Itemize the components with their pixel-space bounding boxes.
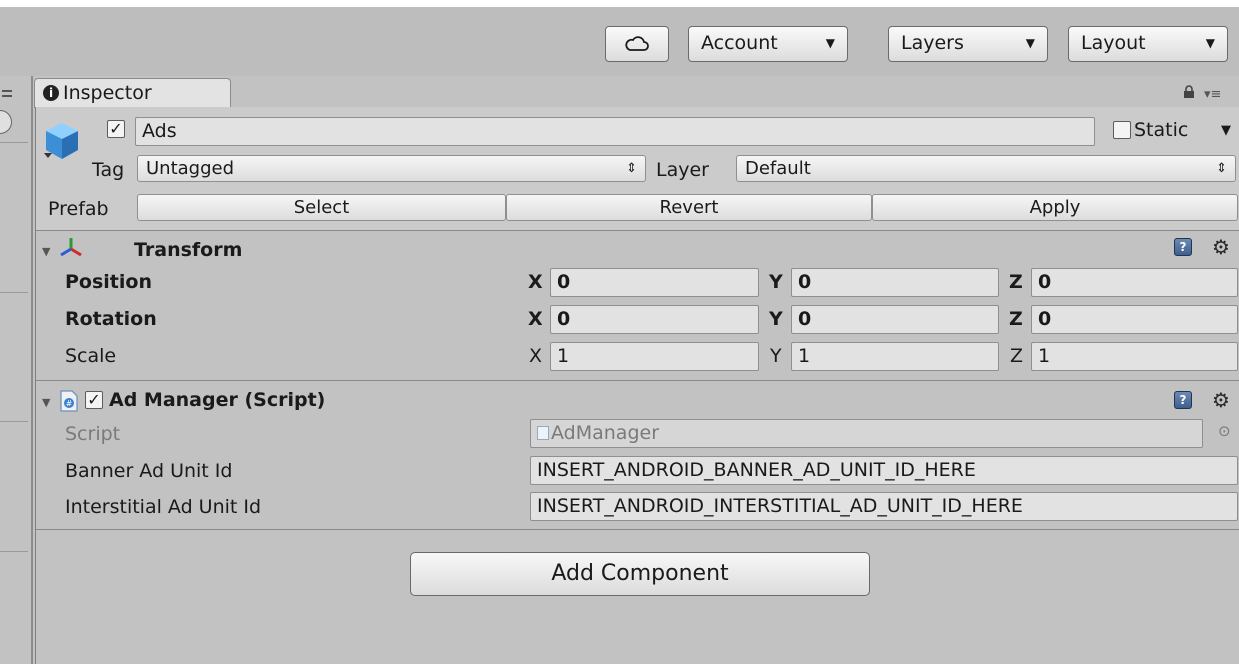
rotation-z-field[interactable]: 0 [1031, 305, 1238, 334]
transform-axes-icon [60, 238, 82, 257]
chevron-down-icon: ▼ [1025, 36, 1035, 50]
axis-y-label: Y [769, 308, 783, 330]
axis-x-label: X [528, 271, 543, 293]
prefab-select-button[interactable]: Select [137, 194, 506, 221]
layer-dropdown[interactable]: Default ⇕ [736, 155, 1236, 182]
axis-y-label: Y [770, 345, 782, 367]
divider [0, 421, 28, 422]
axis-z-label: Z [1009, 308, 1023, 330]
help-icon[interactable]: ? [1174, 391, 1192, 409]
divider [0, 142, 28, 143]
static-label: Static [1134, 119, 1189, 141]
layer-label: Layer [656, 159, 709, 181]
divider [36, 380, 1239, 381]
help-icon[interactable]: ? [1174, 238, 1192, 256]
gear-icon[interactable]: ⚙ [1212, 235, 1230, 259]
cloud-icon [625, 36, 649, 51]
tag-label: Tag [92, 159, 125, 181]
tag-value: Untagged [146, 158, 235, 179]
component-enabled-checkbox[interactable]: ✓ [85, 391, 103, 409]
svg-text:#: # [66, 399, 73, 408]
prefab-apply-button[interactable]: Apply [872, 194, 1238, 221]
foldout-arrow-icon[interactable]: ▼ [42, 396, 50, 409]
info-icon: i [43, 85, 59, 101]
layers-label: Layers [901, 32, 964, 54]
scale-label: Scale [65, 345, 117, 367]
static-checkbox[interactable] [1113, 121, 1131, 139]
axis-x-label: X [528, 308, 543, 330]
prefab-revert-button[interactable]: Revert [506, 194, 872, 221]
banner-ad-unit-id-input[interactable]: INSERT_ANDROID_BANNER_AD_UNIT_ID_HERE [530, 456, 1238, 485]
object-picker-icon[interactable]: ⊙ [1218, 422, 1231, 440]
axis-x-label: X [529, 345, 543, 367]
script-label: Script [65, 423, 121, 445]
script-value: AdManager [551, 422, 660, 444]
rotation-y-field[interactable]: 0 [791, 305, 999, 334]
divider [0, 292, 28, 293]
divider [0, 551, 28, 552]
layout-dropdown[interactable]: Layout ▼ [1068, 26, 1228, 62]
chevron-down-icon: ▼ [825, 36, 835, 50]
lock-icon[interactable] [1182, 85, 1196, 99]
position-y-field[interactable]: 0 [791, 268, 999, 297]
layer-value: Default [745, 158, 811, 179]
context-menu-icon[interactable]: ▾≡ [1204, 87, 1221, 102]
prefab-label: Prefab [48, 198, 109, 220]
scale-y-field[interactable]: 1 [791, 342, 999, 371]
cloud-button[interactable] [605, 26, 669, 62]
active-checkbox[interactable]: ✓ [107, 120, 125, 138]
scale-x-field[interactable]: 1 [550, 342, 759, 371]
layout-label: Layout [1081, 32, 1146, 54]
foldout-arrow-icon[interactable]: ▼ [42, 245, 50, 258]
tab-label: Inspector [63, 82, 152, 104]
banner-label: Banner Ad Unit Id [65, 460, 233, 482]
rotation-x-field[interactable]: 0 [550, 305, 759, 334]
menu-icon[interactable] [2, 90, 12, 97]
position-x-field[interactable]: 0 [550, 268, 759, 297]
transform-title: Transform [134, 239, 243, 261]
editor-toolbar: Account ▼ Layers ▼ Layout ▼ [0, 0, 1239, 76]
account-label: Account [701, 32, 778, 54]
add-component-button[interactable]: Add Component [410, 552, 870, 596]
position-label: Position [65, 271, 152, 293]
gear-icon[interactable]: ⚙ [1212, 388, 1230, 412]
axis-z-label: Z [1010, 345, 1024, 367]
axis-y-label: Y [769, 271, 783, 293]
layers-dropdown[interactable]: Layers ▼ [888, 26, 1048, 62]
divider [36, 529, 1239, 530]
interstitial-ad-unit-id-input[interactable]: INSERT_ANDROID_INTERSTITIAL_AD_UNIT_ID_H… [530, 492, 1238, 521]
updown-icon: ⇕ [626, 161, 637, 176]
tag-dropdown[interactable]: Untagged ⇕ [137, 155, 646, 182]
csharp-script-icon: # [60, 390, 78, 412]
inspector-panel: ▾≡ ✓ Ads Static ▼ Tag Untagged ⇕ Layer D… [35, 85, 1239, 664]
gameobject-cube-icon [44, 123, 78, 159]
script-file-icon [537, 426, 549, 440]
static-chevron-down-icon[interactable]: ▼ [1221, 123, 1231, 138]
script-object-field: AdManager [530, 419, 1203, 448]
adjacent-panel-edge [0, 76, 33, 664]
chevron-down-icon: ▼ [1205, 36, 1215, 50]
rotation-label: Rotation [65, 308, 157, 330]
interstitial-label: Interstitial Ad Unit Id [65, 496, 262, 518]
position-z-field[interactable]: 0 [1031, 268, 1238, 297]
search-field-edge[interactable] [0, 110, 12, 134]
gameobject-name-input[interactable]: Ads [135, 117, 1095, 146]
account-dropdown[interactable]: Account ▼ [688, 26, 848, 62]
scale-z-field[interactable]: 1 [1031, 342, 1238, 371]
axis-z-label: Z [1009, 271, 1023, 293]
updown-icon: ⇕ [1216, 161, 1227, 176]
divider [36, 230, 1239, 231]
admanager-title: Ad Manager (Script) [109, 389, 326, 411]
tab-inspector[interactable]: i Inspector [34, 78, 231, 108]
